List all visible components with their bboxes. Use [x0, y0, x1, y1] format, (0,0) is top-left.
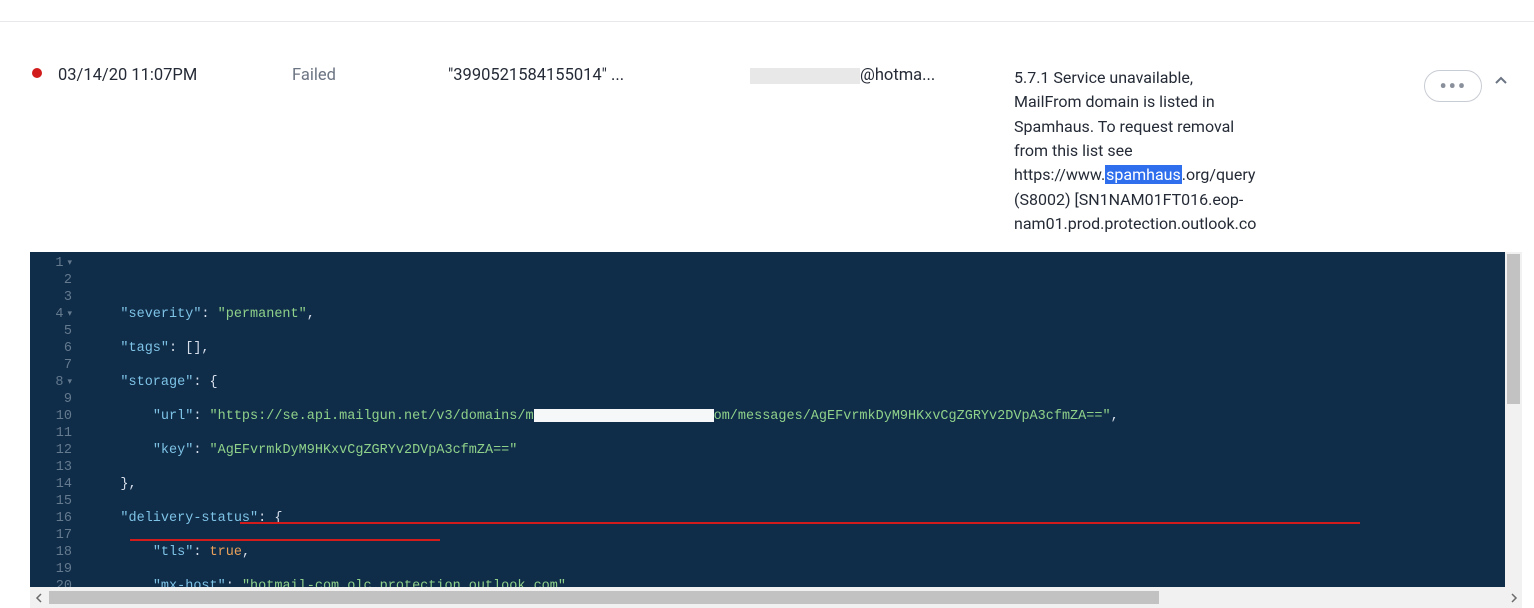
horizontal-scroll-thumb[interactable] [49, 591, 1159, 604]
line-number: 19 [30, 561, 76, 578]
horizontal-scrollbar[interactable] [30, 587, 1522, 608]
code-line: "key": "AgEFvrmkDyM9HKxvCgZGRYv2DVpA3cfm… [88, 442, 1522, 459]
scroll-left-icon[interactable] [30, 589, 47, 606]
top-border [0, 0, 1534, 22]
line-number: 12 [30, 442, 76, 459]
highlighted-term: spamhaus [1105, 165, 1182, 184]
line-number: 3 [30, 289, 76, 306]
code-editor[interactable]: 1 2 3 4 5 6 7 8 9 10 11 12 13 14 15 16 1… [30, 252, 1522, 587]
recipient-cell: @hotma... [740, 66, 1006, 85]
line-gutter: 1 2 3 4 5 6 7 8 9 10 11 12 13 14 15 16 1… [30, 252, 82, 587]
line-number: 15 [30, 493, 76, 510]
line-number: 2 [30, 272, 76, 289]
code-content: "severity": "permanent", "tags": [], "st… [82, 252, 1522, 587]
horizontal-scroll-track[interactable] [47, 589, 1505, 606]
line-number: 14 [30, 476, 76, 493]
code-panel: 1 2 3 4 5 6 7 8 9 10 11 12 13 14 15 16 1… [30, 252, 1522, 587]
code-line: "severity": "permanent", [88, 306, 1522, 323]
code-line: "tls": true, [88, 544, 1522, 561]
subject-cell: "3990521584155014" ... [440, 66, 740, 85]
red-underline-icon [130, 539, 440, 541]
code-line: "tags": [], [88, 340, 1522, 357]
log-row[interactable]: 03/14/20 11:07PM Failed "399052158415501… [0, 58, 1534, 244]
line-number: 16 [30, 510, 76, 527]
delivery-message: 5.7.1 Service unavailable, MailFrom doma… [1006, 66, 1264, 236]
line-number: 6 [30, 340, 76, 357]
recipient-suffix: @hotma... [860, 66, 935, 85]
line-number: 20 [30, 578, 76, 587]
line-number: 7 [30, 357, 76, 374]
line-number: 8 [30, 374, 76, 391]
line-number: 4 [30, 306, 76, 323]
page: 03/14/20 11:07PM Failed "399052158415501… [0, 0, 1534, 608]
vertical-scroll-thumb[interactable] [1507, 254, 1520, 404]
line-number: 18 [30, 544, 76, 561]
collapse-icon[interactable] [1490, 70, 1512, 92]
code-line: "storage": { [88, 374, 1522, 391]
code-line: }, [88, 476, 1522, 493]
code-line: "mx-host": "hotmail-com.olc.protection.o… [88, 578, 1522, 587]
more-actions-button[interactable]: ••• [1424, 70, 1482, 102]
date-cell: 03/14/20 11:07PM [50, 66, 284, 85]
recipient-redaction [750, 68, 860, 84]
line-number: 1 [30, 255, 76, 272]
url-redaction [534, 409, 714, 422]
line-number: 5 [30, 323, 76, 340]
status-dot-icon [32, 68, 42, 78]
vertical-scrollbar[interactable] [1505, 252, 1522, 587]
line-number: 10 [30, 408, 76, 425]
code-line: "url": "https://se.api.mailgun.net/v3/do… [88, 408, 1522, 425]
red-underline-icon [240, 522, 1360, 524]
scroll-right-icon[interactable] [1505, 589, 1522, 606]
code-line: "delivery-status": { [88, 510, 1522, 527]
code-line [88, 272, 1522, 289]
line-number: 9 [30, 391, 76, 408]
line-number: 17 [30, 527, 76, 544]
line-number: 13 [30, 459, 76, 476]
line-number: 11 [30, 425, 76, 442]
status-cell: Failed [284, 66, 440, 85]
